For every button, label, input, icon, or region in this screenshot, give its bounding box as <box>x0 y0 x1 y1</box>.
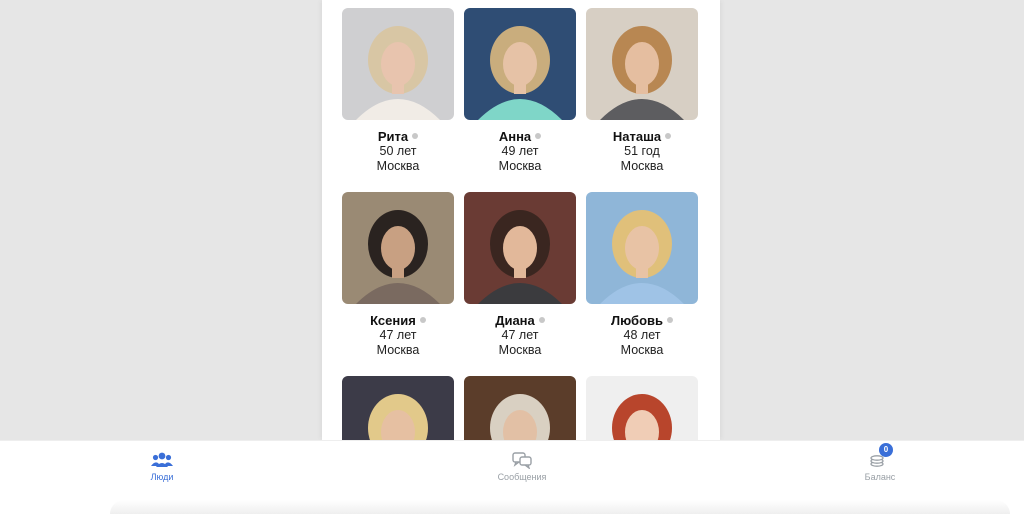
person-name: Анна <box>498 128 532 144</box>
nav-people-button[interactable]: Люди <box>112 451 212 482</box>
offline-status-dot <box>665 133 672 139</box>
nav-messages-button[interactable]: Сообщения <box>472 451 572 482</box>
person-name: Диана <box>495 312 535 328</box>
person-age: 49 лет <box>501 144 539 158</box>
nav-balance-button[interactable]: 0 Баланс <box>830 443 930 482</box>
person-age: 47 лет <box>501 328 539 342</box>
person-card[interactable]: Ксения 47 лет Москва <box>342 192 454 358</box>
person-city: Москва <box>498 159 542 173</box>
person-card[interactable]: Рита 50 лет Москва <box>342 8 454 174</box>
person-card[interactable]: Диана 47 лет Москва <box>464 192 576 358</box>
people-feed: Рита 50 лет Москва Анна 49 лет Москва Наташа 51… <box>322 0 720 488</box>
person-card[interactable]: Наташа 51 год Москва <box>586 8 698 174</box>
person-city: Москва <box>620 159 664 173</box>
person-city: Москва <box>376 343 420 357</box>
photo-woman-mountains <box>586 192 698 304</box>
photo-dark-hair-woman-smiling <box>464 192 576 304</box>
chat-icon <box>511 451 533 470</box>
person-age: 50 лет <box>379 144 417 158</box>
offline-status-dot <box>412 133 419 139</box>
person-age: 47 лет <box>379 328 417 342</box>
person-name: Наташа <box>612 128 662 144</box>
nav-messages-label: Сообщения <box>497 472 547 482</box>
bottom-edge-shadow <box>110 500 1010 514</box>
offline-status-dot <box>535 133 542 139</box>
person-name: Ксения <box>370 312 416 328</box>
person-city: Москва <box>620 343 664 357</box>
nav-balance-label: Баланс <box>864 472 896 482</box>
photo-blonde-woman-mint-top <box>464 8 576 120</box>
person-name: Рита <box>377 128 409 144</box>
person-age: 51 год <box>624 144 660 158</box>
person-city: Москва <box>376 159 420 173</box>
offline-status-dot <box>667 317 673 323</box>
offline-status-dot <box>538 317 545 323</box>
person-card[interactable]: Анна 49 лет Москва <box>464 8 576 174</box>
people-icon <box>151 451 173 469</box>
people-grid: Рита 50 лет Москва Анна 49 лет Москва Наташа 51… <box>342 8 702 488</box>
coins-icon: 0 <box>869 443 893 469</box>
photo-blonde-curly-woman <box>342 8 454 120</box>
offline-status-dot <box>419 317 426 323</box>
person-age: 48 лет <box>623 328 661 342</box>
person-name: Любовь <box>610 312 663 328</box>
balance-badge: 0 <box>879 443 893 457</box>
person-card[interactable]: Любовь 48 лет Москва <box>586 192 698 358</box>
photo-woman-sitting-outdoors <box>342 192 454 304</box>
person-city: Москва <box>498 343 542 357</box>
photo-long-hair-woman-indoor <box>586 8 698 120</box>
nav-people-label: Люди <box>150 472 174 482</box>
